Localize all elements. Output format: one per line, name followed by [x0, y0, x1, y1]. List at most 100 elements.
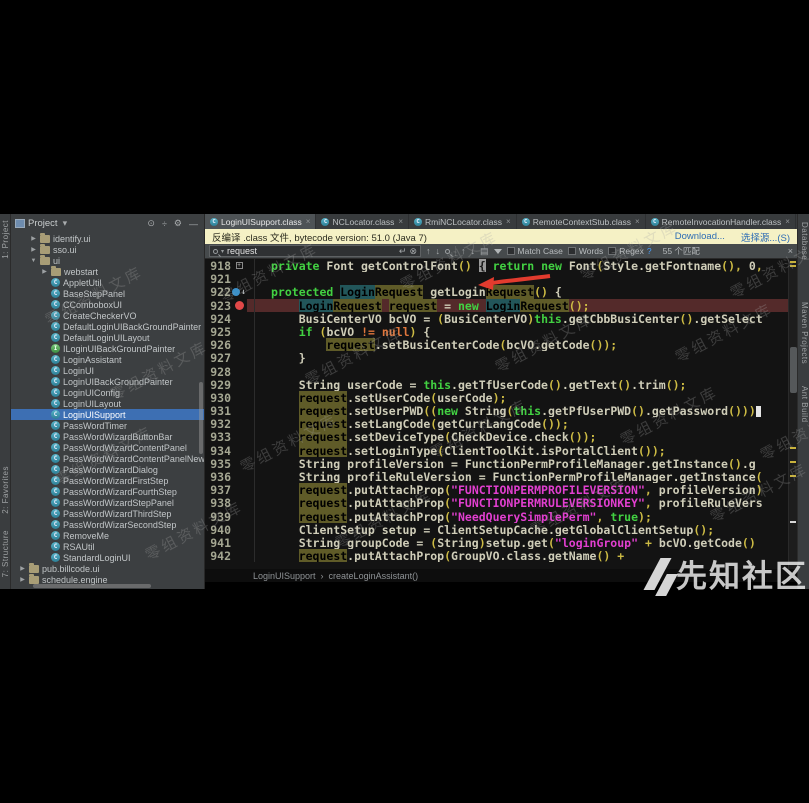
find-all-icon[interactable] [445, 249, 450, 254]
tree-item-PassWordWizardFourthStep[interactable]: CPassWordWizardFourthStep [11, 486, 204, 497]
tree-item-identify.ui[interactable]: ▶identify.ui [11, 233, 204, 244]
close-tab-icon[interactable]: × [785, 217, 790, 226]
tool-button-maven[interactable]: Maven Projects [800, 302, 809, 364]
code-line[interactable]: 926 request.setBusiCenterCode(bcVO.getCo… [205, 338, 788, 351]
tree-item-LoginUISupport[interactable]: CLoginUISupport [11, 409, 204, 420]
tool-button-structure[interactable]: 7: Structure [1, 530, 10, 577]
add-occurrence-icon[interactable]: ↑ [461, 246, 466, 256]
tree-item-PassWordWizarSecondStep[interactable]: CPassWordWizarSecondStep [11, 519, 204, 530]
tree-item-LoginUIBackGroundPainter[interactable]: CLoginUIBackGroundPainter [11, 376, 204, 387]
tree-item-LoginUIConfig[interactable]: CLoginUIConfig [11, 387, 204, 398]
select-all-occurrences-icon[interactable]: ▤ [480, 246, 489, 257]
tree-item-AppletUtil[interactable]: CAppletUtil [11, 277, 204, 288]
expand-arrow-icon[interactable]: ▼ [30, 258, 37, 264]
tool-button-database[interactable]: Database [800, 222, 809, 260]
project-tree[interactable]: ▶identify.ui▶sso.ui▼ui▶webstartCAppletUt… [11, 233, 204, 589]
breadcrumb-class[interactable]: LoginUISupport [253, 571, 316, 581]
tree-item-PassWordWizardFirstStep[interactable]: CPassWordWizardFirstStep [11, 475, 204, 486]
code-line[interactable]: 936 String profileRuleVersion = Function… [205, 470, 788, 483]
search-query[interactable]: request [227, 246, 396, 256]
filter-icon[interactable] [494, 249, 502, 254]
editor-tab[interactable]: CRemoteContextStub.class× [517, 214, 646, 229]
tree-item-webstart[interactable]: ▶webstart [11, 266, 204, 277]
search-input[interactable]: ▾ request ↵ ⊗ [209, 245, 421, 257]
tree-item-RSAUtil[interactable]: CRSAUtil [11, 541, 204, 552]
tree-item-StandardLoginUI[interactable]: CStandardLoginUI [11, 552, 204, 563]
code-line[interactable]: 937 request.putAttachProp("FUNCTIONPERMP… [205, 483, 788, 496]
tree-item-LoginUILayout[interactable]: CLoginUILayout [11, 398, 204, 409]
tree-item-PassWordWizardDialog[interactable]: CPassWordWizardDialog [11, 464, 204, 475]
code-line[interactable]: 939 request.putAttachProp("NeedQuerySimp… [205, 510, 788, 523]
close-tab-icon[interactable]: × [398, 217, 403, 226]
tree-item-BaseStepPanel[interactable]: CBaseStepPanel [11, 288, 204, 299]
expand-arrow-icon[interactable]: ▶ [41, 268, 48, 275]
code-line[interactable]: 918+private Font getControlFont() { retu… [205, 259, 788, 272]
code-line[interactable]: 931 request.setUserPWD((new String(this.… [205, 404, 788, 417]
tree-item-ILoginUIBackGroundPainter[interactable]: IILoginUIBackGroundPainter [11, 343, 204, 354]
code-line[interactable]: 938 request.putAttachProp("FUNCTIONPERMR… [205, 496, 788, 509]
tree-item-PassWordWizardThirdStep[interactable]: CPassWordWizardThirdStep [11, 508, 204, 519]
hide-panel-icon[interactable]: — [187, 219, 200, 229]
editor-scrollbar-thumb[interactable] [790, 347, 797, 393]
clear-search-icon[interactable]: ⊗ [409, 246, 417, 257]
code-line[interactable]: 928 [205, 365, 788, 378]
tree-item-PassWordWizardStepPanel[interactable]: CPassWordWizardStepPanel [11, 497, 204, 508]
locate-icon[interactable]: ⊙ [145, 218, 157, 229]
words-checkbox[interactable]: Words [568, 246, 603, 256]
code-line[interactable]: 924 BusiCenterVO bcVO = (BusiCenterVO)th… [205, 312, 788, 325]
code-line[interactable]: 941 String groupCode = (String)setup.get… [205, 536, 788, 549]
tree-item-PassWordWizardContentPanel[interactable]: CPassWordWizardContentPanel [11, 442, 204, 453]
code-line[interactable]: 929 String userCode = this.getTfUserCode… [205, 378, 788, 391]
regex-checkbox[interactable]: Regex ? [608, 246, 651, 256]
tree-item-ui[interactable]: ▼ui [11, 255, 204, 266]
expand-arrow-icon[interactable]: ▶ [30, 235, 37, 242]
close-tab-icon[interactable]: × [306, 217, 311, 226]
tool-button-ant[interactable]: Ant Build [800, 386, 809, 423]
tree-vertical-scrollbar[interactable] [199, 382, 203, 454]
breakpoint-icon[interactable] [235, 301, 244, 310]
match-case-checkbox[interactable]: Match Case [507, 246, 563, 256]
code-line[interactable]: 925 if (bcVO != null) { [205, 325, 788, 338]
expand-arrow-icon[interactable]: ▶ [30, 246, 37, 253]
tree-item-LoginAssistant[interactable]: CLoginAssistant [11, 354, 204, 365]
code-line[interactable]: 940 ClientSetup setup = ClientSetupCache… [205, 523, 788, 536]
tree-item-sso.ui[interactable]: ▶sso.ui [11, 244, 204, 255]
tool-button-favorites[interactable]: 2: Favorites [1, 466, 10, 514]
close-tab-icon[interactable]: × [506, 217, 511, 226]
editor-tab[interactable]: CLoginUISupport.class× [205, 214, 316, 229]
next-match-icon[interactable]: ↓ [436, 246, 441, 256]
code-lines[interactable]: 918+private Font getControlFont() { retu… [205, 259, 788, 569]
code-line[interactable]: 930 request.setUserCode(userCode); [205, 391, 788, 404]
download-link[interactable]: Download... [675, 231, 725, 242]
code-line[interactable]: 922↓protected LoginRequest getLoginReque… [205, 285, 788, 298]
expand-arrow-icon[interactable]: ▶ [19, 565, 26, 572]
breadcrumb-method[interactable]: createLoginAssistant() [329, 571, 419, 581]
tree-item-LoginUI[interactable]: CLoginUI [11, 365, 204, 376]
code-editor[interactable]: 918+private Font getControlFont() { retu… [205, 259, 797, 569]
tree-item-CreateCheckerVO[interactable]: CCreateCheckerVO [11, 310, 204, 321]
gear-icon[interactable]: ⚙ [172, 218, 184, 229]
tree-item-PassWordTimer[interactable]: CPassWordTimer [11, 420, 204, 431]
regex-help-icon[interactable]: ? [647, 246, 652, 256]
close-tab-icon[interactable]: × [635, 217, 640, 226]
fold-icon[interactable]: + [236, 262, 243, 269]
code-line[interactable]: 923 LoginRequest request = new LoginRequ… [205, 299, 788, 312]
tree-horizontal-scrollbar[interactable] [33, 584, 151, 588]
override-method-icon[interactable] [232, 288, 240, 296]
code-line[interactable]: 927 } [205, 351, 788, 364]
editor-tab[interactable]: CRmiNCLocator.class× [409, 214, 517, 229]
search-history-icon[interactable]: ▾ [221, 248, 224, 255]
tool-button-project[interactable]: 1: Project [1, 220, 10, 259]
code-line[interactable]: 935 String profileVersion = FunctionPerm… [205, 457, 788, 470]
tree-item-DefaultLoginUIBackGroundPainter[interactable]: CDefaultLoginUIBackGroundPainter [11, 321, 204, 332]
code-line[interactable]: 934 request.setLoginType(ClientToolKit.i… [205, 444, 788, 457]
tree-item-DefaultLoginUILayout[interactable]: CDefaultLoginUILayout [11, 332, 204, 343]
expand-arrow-icon[interactable]: ▶ [19, 576, 26, 583]
tree-item-RemoveMe[interactable]: CRemoveMe [11, 530, 204, 541]
tree-item-pub.billcode.ui[interactable]: ▶pub.billcode.ui [11, 563, 204, 574]
code-line[interactable]: 932 request.setLangCode(getCurrLangCode(… [205, 417, 788, 430]
previous-match-icon[interactable]: ↑ [426, 246, 431, 256]
code-line[interactable]: 921 [205, 272, 788, 285]
collapse-all-icon[interactable]: ÷ [160, 219, 169, 229]
error-stripe[interactable] [788, 259, 797, 569]
